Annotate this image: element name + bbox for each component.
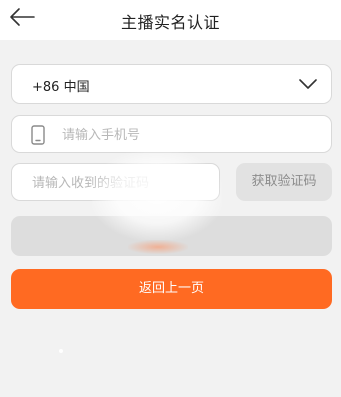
country-code-value: +86 中国 [32,80,90,95]
chevron-down-icon [299,79,317,89]
phone-icon [31,125,45,145]
phone-input[interactable] [62,125,322,145]
header: 主播实名认证 [0,0,341,40]
page-indicator-dot [59,349,63,353]
page-title: 主播实名认证 [120,13,220,32]
verification-code-field [11,163,220,201]
return-previous-page-button[interactable]: 返回上一页 [11,269,332,309]
submit-button[interactable] [11,216,332,256]
phone-field [11,115,332,153]
country-code-select[interactable]: +86 中国 [11,64,332,104]
get-code-button[interactable]: 获取验证码 [236,163,332,201]
verification-code-input[interactable] [32,173,212,193]
